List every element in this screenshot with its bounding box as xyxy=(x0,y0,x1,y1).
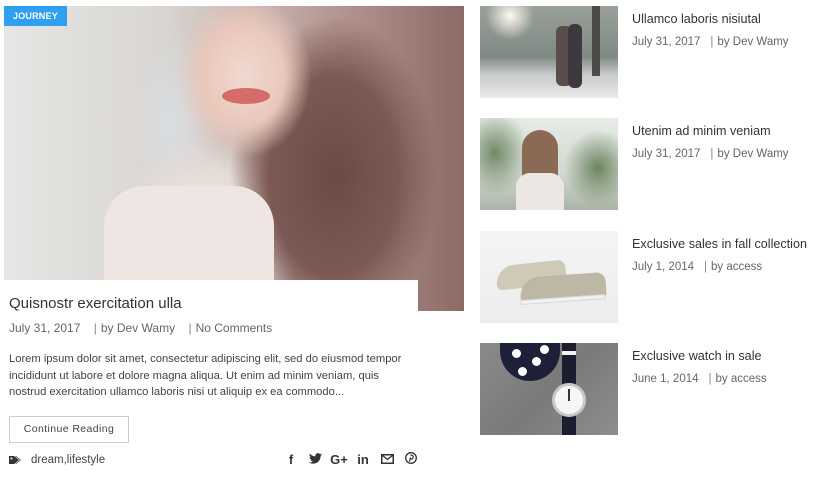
side-post-title[interactable]: Utenim ad minim veniam xyxy=(632,124,771,138)
meta-separator: | xyxy=(708,373,712,385)
thumbnail-watch-hand xyxy=(568,389,570,401)
twitter-icon[interactable] xyxy=(303,452,327,467)
thumbnail-dot xyxy=(540,345,549,354)
side-post: Ullamco laboris nisiutal July 31, 2017 | b… xyxy=(480,6,821,98)
category-badge[interactable]: JOURNEY xyxy=(4,6,67,26)
post-date: July 31, 2017 xyxy=(632,148,701,160)
continue-reading-button[interactable]: Continue Reading xyxy=(9,415,129,443)
side-post-meta: July 1, 2014 | by access xyxy=(632,261,762,273)
side-post-thumbnail[interactable] xyxy=(480,343,618,435)
google-plus-icon[interactable]: G+ xyxy=(327,452,351,467)
side-post: Exclusive sales in fall collection July … xyxy=(480,231,821,323)
featured-post: Quisnostr exercitation ulla July 31, 201… xyxy=(0,280,418,478)
linkedin-icon[interactable]: in xyxy=(351,452,375,467)
post-date: July 1, 2014 xyxy=(632,261,695,273)
thumbnail-figure xyxy=(516,173,564,210)
side-post-title[interactable]: Exclusive sales in fall collection xyxy=(632,237,807,251)
post-author[interactable]: by Dev Wamy xyxy=(717,148,788,160)
side-post-meta: July 31, 2017 | by Dev Wamy xyxy=(632,36,789,48)
post-author[interactable]: by Dev Wamy xyxy=(101,321,175,335)
tag-icon xyxy=(9,455,21,464)
thumbnail-tree xyxy=(592,6,600,76)
featured-image-face xyxy=(222,88,270,104)
post-tags: dream,lifestyle xyxy=(9,454,105,466)
post-date: June 1, 2014 xyxy=(632,373,699,385)
side-post: Utenim ad minim veniam July 31, 2017 | by … xyxy=(480,118,821,210)
pinterest-icon[interactable] xyxy=(399,452,423,467)
side-post: Exclusive watch in sale June 1, 2014 | by … xyxy=(480,343,821,435)
thumbnail-dot xyxy=(512,349,521,358)
post-author[interactable]: by access xyxy=(716,373,767,385)
side-post-meta: July 31, 2017 | by Dev Wamy xyxy=(632,148,789,160)
side-post-title[interactable]: Exclusive watch in sale xyxy=(632,349,762,363)
thumbnail-dot xyxy=(532,357,541,366)
featured-post-meta: July 31, 2017 | by Dev Wamy | No Comments xyxy=(9,321,418,335)
meta-separator: | xyxy=(710,148,714,160)
post-date: July 31, 2017 xyxy=(632,36,701,48)
featured-image[interactable] xyxy=(4,6,464,311)
post-comments[interactable]: No Comments xyxy=(196,321,273,335)
featured-post-excerpt: Lorem ipsum dolor sit amet, consectetur … xyxy=(9,353,402,398)
post-author[interactable]: by access xyxy=(711,261,762,273)
side-post-thumbnail[interactable] xyxy=(480,231,618,323)
meta-separator: | xyxy=(188,321,192,335)
post-author[interactable]: by Dev Wamy xyxy=(717,36,788,48)
thumbnail-dot xyxy=(518,367,527,376)
post-tags-list[interactable]: dream,lifestyle xyxy=(31,454,105,466)
facebook-icon[interactable]: f xyxy=(279,452,303,467)
thumbnail-figure xyxy=(568,24,582,88)
side-post-thumbnail[interactable] xyxy=(480,118,618,210)
side-post-title[interactable]: Ullamco laboris nisiutal xyxy=(632,12,761,26)
email-icon[interactable] xyxy=(375,452,399,467)
post-date: July 31, 2017 xyxy=(9,321,81,335)
share-icons: f G+ in xyxy=(279,452,423,467)
thumbnail-cloth xyxy=(500,343,560,381)
side-post-thumbnail[interactable] xyxy=(480,6,618,98)
side-post-meta: June 1, 2014 | by access xyxy=(632,373,767,385)
meta-separator: | xyxy=(704,261,708,273)
meta-separator: | xyxy=(93,321,97,335)
featured-post-title[interactable]: Quisnostr exercitation ulla xyxy=(9,295,418,312)
meta-separator: | xyxy=(710,36,714,48)
thumbnail-watch-stripe xyxy=(562,351,576,355)
